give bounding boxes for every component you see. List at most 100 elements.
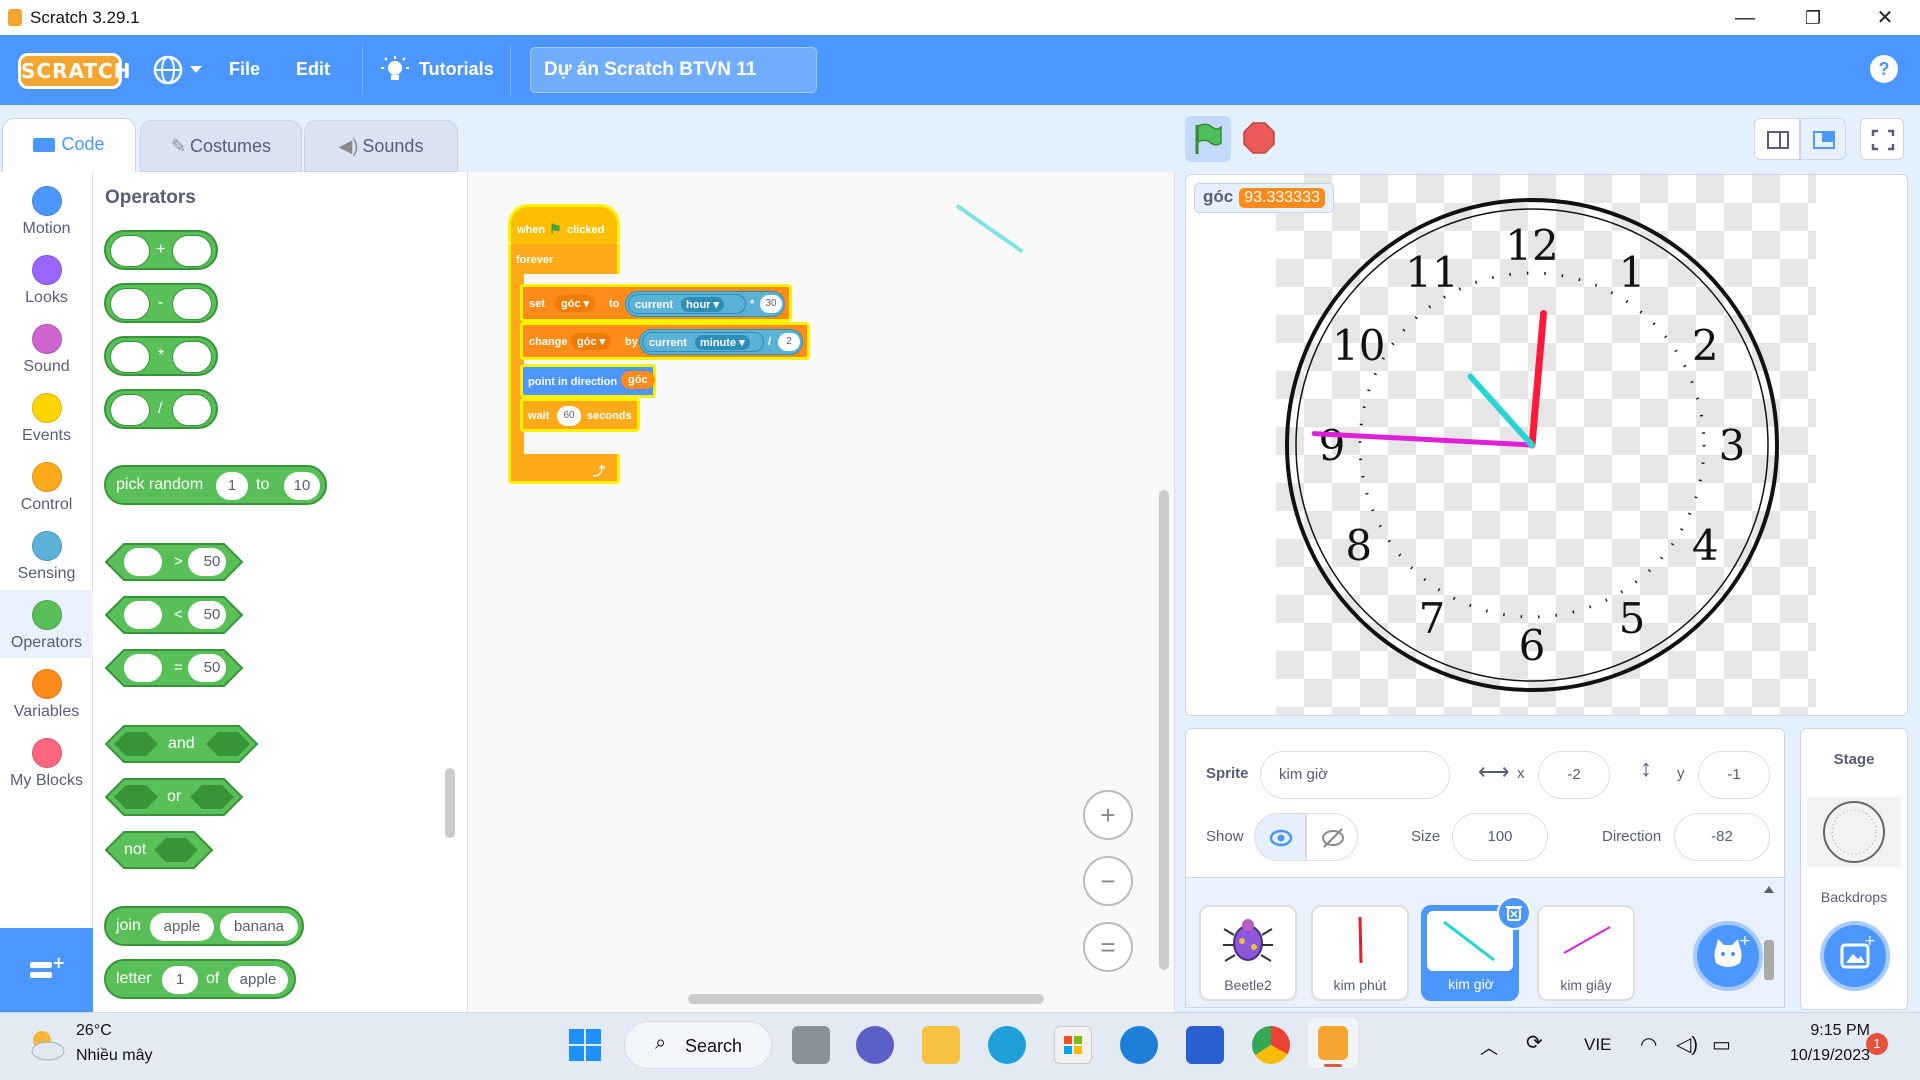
- volume-icon[interactable]: ◁): [1676, 1032, 1698, 1057]
- category-control[interactable]: Control: [0, 452, 93, 520]
- size-input[interactable]: 100: [1452, 813, 1548, 861]
- small-stage-button[interactable]: [1754, 118, 1800, 160]
- category-sound[interactable]: Sound: [0, 314, 93, 382]
- y-input[interactable]: -1: [1698, 751, 1770, 799]
- subtract-block[interactable]: -: [104, 283, 218, 323]
- direction-input[interactable]: -82: [1674, 813, 1770, 861]
- tutorials-menu[interactable]: Tutorials: [419, 59, 494, 80]
- point-in-direction-block[interactable]: point in direction góc: [520, 364, 656, 398]
- script-area[interactable]: when ⚑ clicked forever ⤴ set góc ▾ to cu…: [468, 172, 1175, 1012]
- code-vertical-scrollbar[interactable]: [1159, 490, 1169, 970]
- lightbulb-icon[interactable]: [380, 55, 410, 85]
- add-block[interactable]: +: [104, 230, 218, 270]
- stage-canvas[interactable]: góc 93.333333 12 1 2 3 4 5 6 7 8 9 10 11: [1185, 174, 1908, 716]
- stop-button[interactable]: [1243, 122, 1275, 154]
- help-icon[interactable]: ?: [1870, 55, 1898, 83]
- category-looks[interactable]: Looks: [0, 245, 93, 313]
- join-block[interactable]: join apple banana: [104, 906, 304, 946]
- normal-stage-button[interactable]: [1800, 118, 1846, 160]
- multiply-block[interactable]: *: [104, 336, 218, 376]
- wait-block[interactable]: wait 60 seconds: [520, 398, 640, 432]
- lt-operator: <: [174, 606, 183, 623]
- windows-start-icon[interactable]: [566, 1026, 604, 1064]
- size-label: Size: [1411, 828, 1441, 845]
- tab-costumes[interactable]: ✎ Costumes: [140, 120, 302, 172]
- category-variables[interactable]: Variables: [0, 659, 93, 727]
- sprite-list-scrollbar[interactable]: [1764, 886, 1774, 996]
- set-var-dropdown: góc ▾: [555, 295, 596, 312]
- x-input[interactable]: -2: [1538, 751, 1610, 799]
- divide-block[interactable]: /: [104, 389, 218, 429]
- category-my-blocks[interactable]: My Blocks: [0, 728, 93, 796]
- letter-of-block[interactable]: letter 1 of apple: [104, 959, 296, 999]
- stage-thumbnail-icon: [1807, 797, 1901, 867]
- or-label: or: [167, 788, 182, 805]
- edit-menu[interactable]: Edit: [296, 59, 330, 80]
- zoom-reset-button[interactable]: =: [1083, 922, 1133, 972]
- scratch-taskbar-button[interactable]: [1308, 1018, 1358, 1068]
- code-horizontal-scrollbar[interactable]: [688, 994, 1044, 1004]
- change-variable-block[interactable]: change góc ▾ by current minute ▾ / 2: [520, 322, 810, 360]
- clock-date[interactable]: 10/19/2023: [1760, 1047, 1870, 1065]
- weather-cloud-icon[interactable]: [26, 1026, 68, 1064]
- sprite-thumb-beetle2[interactable]: Beetle2: [1199, 905, 1297, 1001]
- sprite-thumb-kim-giay[interactable]: kim giây: [1537, 905, 1635, 1001]
- notification-badge[interactable]: 1: [1866, 1033, 1888, 1055]
- clock-time[interactable]: 9:15 PM: [1760, 1022, 1870, 1040]
- clock-number: 11: [1405, 248, 1458, 297]
- pick-random-block[interactable]: pick random 1 to 10: [104, 465, 327, 505]
- fullscreen-button[interactable]: [1860, 118, 1904, 160]
- zoom-in-button[interactable]: +: [1083, 790, 1133, 840]
- sound-dot-icon: [32, 324, 62, 354]
- sync-icon[interactable]: ⟳: [1526, 1030, 1543, 1055]
- category-motion[interactable]: Motion: [0, 176, 93, 244]
- show-hidden-button[interactable]: [1306, 813, 1358, 861]
- tab-code[interactable]: Code: [2, 118, 136, 173]
- wifi-icon[interactable]: ◠: [1640, 1032, 1657, 1057]
- task-view-icon[interactable]: [792, 1026, 830, 1064]
- project-title-input[interactable]: Dự án Scratch BTVN 11: [530, 47, 817, 93]
- svg-text:+: +: [52, 954, 64, 972]
- sprite-name-input[interactable]: kim giờ: [1260, 751, 1450, 799]
- set-variable-block[interactable]: set góc ▾ to current hour ▾ * 30: [520, 284, 792, 322]
- category-events[interactable]: Events: [0, 383, 93, 451]
- language-globe-icon[interactable]: [152, 54, 184, 86]
- chrome-icon[interactable]: [1252, 1026, 1290, 1064]
- teams-chat-icon[interactable]: [856, 1026, 894, 1064]
- forever-block[interactable]: forever: [508, 244, 620, 274]
- edge-browser-icon[interactable]: [988, 1026, 1026, 1064]
- file-explorer-icon[interactable]: [922, 1026, 960, 1064]
- multiply-reporter: current hour ▾ * 30: [625, 291, 785, 317]
- zoom-out-button[interactable]: −: [1083, 856, 1133, 906]
- file-menu[interactable]: File: [229, 59, 260, 80]
- show-visible-button[interactable]: [1254, 813, 1306, 861]
- tab-sounds[interactable]: ◀) Sounds: [304, 120, 458, 172]
- window-title: Scratch 3.29.1: [30, 8, 140, 27]
- myviettel-icon[interactable]: [1186, 1026, 1224, 1064]
- minimize-button[interactable]: —: [1722, 4, 1768, 32]
- sprite-thumb-kim-phut[interactable]: kim phút: [1311, 905, 1409, 1001]
- choose-sprite-button[interactable]: +: [1693, 921, 1763, 991]
- choose-backdrop-button[interactable]: +: [1820, 921, 1890, 991]
- weather-temp[interactable]: 26°C: [76, 1022, 112, 1040]
- palette-scrollbar[interactable]: [445, 768, 455, 838]
- maximize-button[interactable]: ❐: [1790, 4, 1836, 32]
- lt-value[interactable]: 50: [197, 606, 227, 623]
- gt-value[interactable]: 50: [197, 553, 227, 570]
- when-flag-clicked-block[interactable]: when ⚑ clicked: [508, 204, 620, 244]
- delete-sprite-button[interactable]: [1497, 896, 1531, 930]
- battery-icon[interactable]: ▭: [1712, 1032, 1731, 1057]
- add-extension-button[interactable]: +: [0, 928, 93, 1012]
- weather-desc[interactable]: Nhiều mây: [76, 1047, 152, 1065]
- taskbar-search-box[interactable]: ⌕ Search: [624, 1021, 772, 1069]
- close-button[interactable]: ✕: [1862, 4, 1908, 32]
- scratch-logo[interactable]: SCRATCH: [18, 53, 130, 89]
- category-operators[interactable]: Operators: [0, 590, 93, 658]
- category-sensing[interactable]: Sensing: [0, 521, 93, 589]
- input-language[interactable]: VIE: [1584, 1035, 1611, 1055]
- green-flag-button[interactable]: [1185, 116, 1231, 162]
- get-help-icon[interactable]: [1120, 1026, 1158, 1064]
- microsoft-store-icon[interactable]: [1054, 1026, 1092, 1064]
- eq-value[interactable]: 50: [197, 659, 227, 676]
- tray-chevron-icon[interactable]: ︿: [1480, 1034, 1498, 1060]
